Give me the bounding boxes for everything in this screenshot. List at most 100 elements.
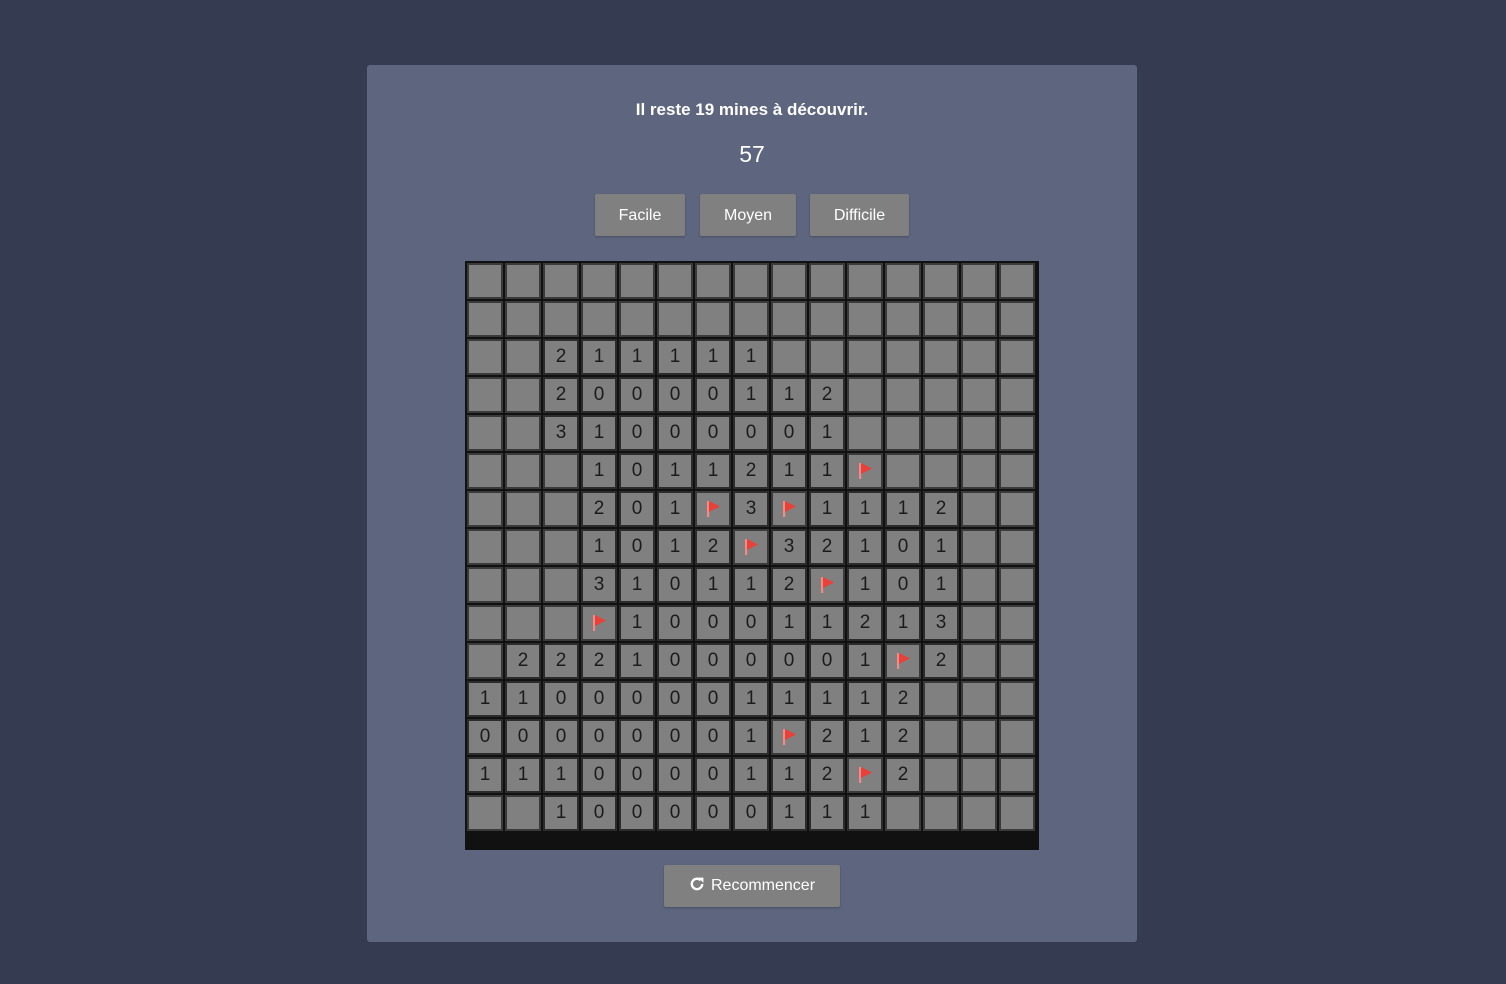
revealed-cell[interactable]: 1 [847,529,883,565]
hidden-cell[interactable] [961,605,997,641]
revealed-cell[interactable]: 1 [847,681,883,717]
revealed-cell[interactable]: 2 [543,377,579,413]
revealed-cell[interactable]: 1 [809,681,845,717]
hidden-cell[interactable] [961,795,997,831]
flagged-cell[interactable] [771,719,807,755]
hidden-cell[interactable] [657,301,693,337]
revealed-cell[interactable]: 0 [695,757,731,793]
hidden-cell[interactable] [961,453,997,489]
revealed-cell[interactable]: 1 [505,681,541,717]
revealed-cell[interactable]: 0 [619,757,655,793]
revealed-cell[interactable]: 0 [657,643,693,679]
revealed-cell[interactable]: 2 [733,453,769,489]
revealed-cell[interactable]: 1 [809,605,845,641]
hidden-cell[interactable] [961,377,997,413]
revealed-cell[interactable]: 2 [505,643,541,679]
hard-button[interactable]: Difficile [810,194,909,236]
hidden-cell[interactable] [961,757,997,793]
revealed-cell[interactable]: 1 [809,491,845,527]
hidden-cell[interactable] [923,719,959,755]
revealed-cell[interactable]: 1 [619,339,655,375]
revealed-cell[interactable]: 1 [923,529,959,565]
revealed-cell[interactable]: 1 [771,377,807,413]
revealed-cell[interactable]: 2 [809,377,845,413]
revealed-cell[interactable]: 0 [733,605,769,641]
revealed-cell[interactable]: 0 [619,491,655,527]
revealed-cell[interactable]: 2 [581,643,617,679]
hidden-cell[interactable] [771,339,807,375]
hidden-cell[interactable] [505,529,541,565]
revealed-cell[interactable]: 1 [543,757,579,793]
hidden-cell[interactable] [505,377,541,413]
revealed-cell[interactable]: 1 [771,757,807,793]
flagged-cell[interactable] [733,529,769,565]
revealed-cell[interactable]: 3 [771,529,807,565]
revealed-cell[interactable]: 2 [923,491,959,527]
revealed-cell[interactable]: 0 [581,757,617,793]
revealed-cell[interactable]: 2 [809,719,845,755]
revealed-cell[interactable]: 1 [771,453,807,489]
revealed-cell[interactable]: 2 [771,567,807,603]
hidden-cell[interactable] [923,339,959,375]
hidden-cell[interactable] [505,567,541,603]
hidden-cell[interactable] [467,605,503,641]
hidden-cell[interactable] [999,263,1035,299]
revealed-cell[interactable]: 1 [771,681,807,717]
hidden-cell[interactable] [923,377,959,413]
revealed-cell[interactable]: 0 [505,719,541,755]
revealed-cell[interactable]: 0 [657,377,693,413]
revealed-cell[interactable]: 0 [467,719,503,755]
hidden-cell[interactable] [543,529,579,565]
revealed-cell[interactable]: 1 [619,567,655,603]
revealed-cell[interactable]: 1 [581,415,617,451]
hidden-cell[interactable] [999,795,1035,831]
revealed-cell[interactable]: 1 [695,339,731,375]
revealed-cell[interactable]: 0 [733,643,769,679]
hidden-cell[interactable] [923,453,959,489]
hidden-cell[interactable] [999,567,1035,603]
hidden-cell[interactable] [961,301,997,337]
hidden-cell[interactable] [961,719,997,755]
revealed-cell[interactable]: 1 [885,491,921,527]
hidden-cell[interactable] [809,301,845,337]
hidden-cell[interactable] [923,301,959,337]
hidden-cell[interactable] [961,681,997,717]
revealed-cell[interactable]: 2 [847,605,883,641]
hidden-cell[interactable] [999,491,1035,527]
revealed-cell[interactable]: 1 [657,453,693,489]
hidden-cell[interactable] [733,263,769,299]
revealed-cell[interactable]: 0 [543,681,579,717]
revealed-cell[interactable]: 1 [581,339,617,375]
revealed-cell[interactable]: 2 [695,529,731,565]
hidden-cell[interactable] [999,339,1035,375]
revealed-cell[interactable]: 0 [619,719,655,755]
hidden-cell[interactable] [961,491,997,527]
revealed-cell[interactable]: 1 [505,757,541,793]
revealed-cell[interactable]: 0 [619,377,655,413]
easy-button[interactable]: Facile [595,194,685,236]
revealed-cell[interactable]: 3 [733,491,769,527]
medium-button[interactable]: Moyen [700,194,796,236]
hidden-cell[interactable] [467,415,503,451]
hidden-cell[interactable] [771,263,807,299]
hidden-cell[interactable] [467,643,503,679]
hidden-cell[interactable] [467,491,503,527]
revealed-cell[interactable]: 1 [733,339,769,375]
revealed-cell[interactable]: 1 [695,567,731,603]
hidden-cell[interactable] [467,567,503,603]
hidden-cell[interactable] [543,453,579,489]
hidden-cell[interactable] [885,453,921,489]
revealed-cell[interactable]: 0 [581,795,617,831]
revealed-cell[interactable]: 0 [657,719,693,755]
hidden-cell[interactable] [885,415,921,451]
revealed-cell[interactable]: 2 [581,491,617,527]
revealed-cell[interactable]: 1 [847,491,883,527]
hidden-cell[interactable] [923,415,959,451]
hidden-cell[interactable] [619,301,655,337]
revealed-cell[interactable]: 0 [733,795,769,831]
hidden-cell[interactable] [999,643,1035,679]
hidden-cell[interactable] [847,263,883,299]
revealed-cell[interactable]: 1 [809,415,845,451]
flagged-cell[interactable] [695,491,731,527]
revealed-cell[interactable]: 1 [733,681,769,717]
